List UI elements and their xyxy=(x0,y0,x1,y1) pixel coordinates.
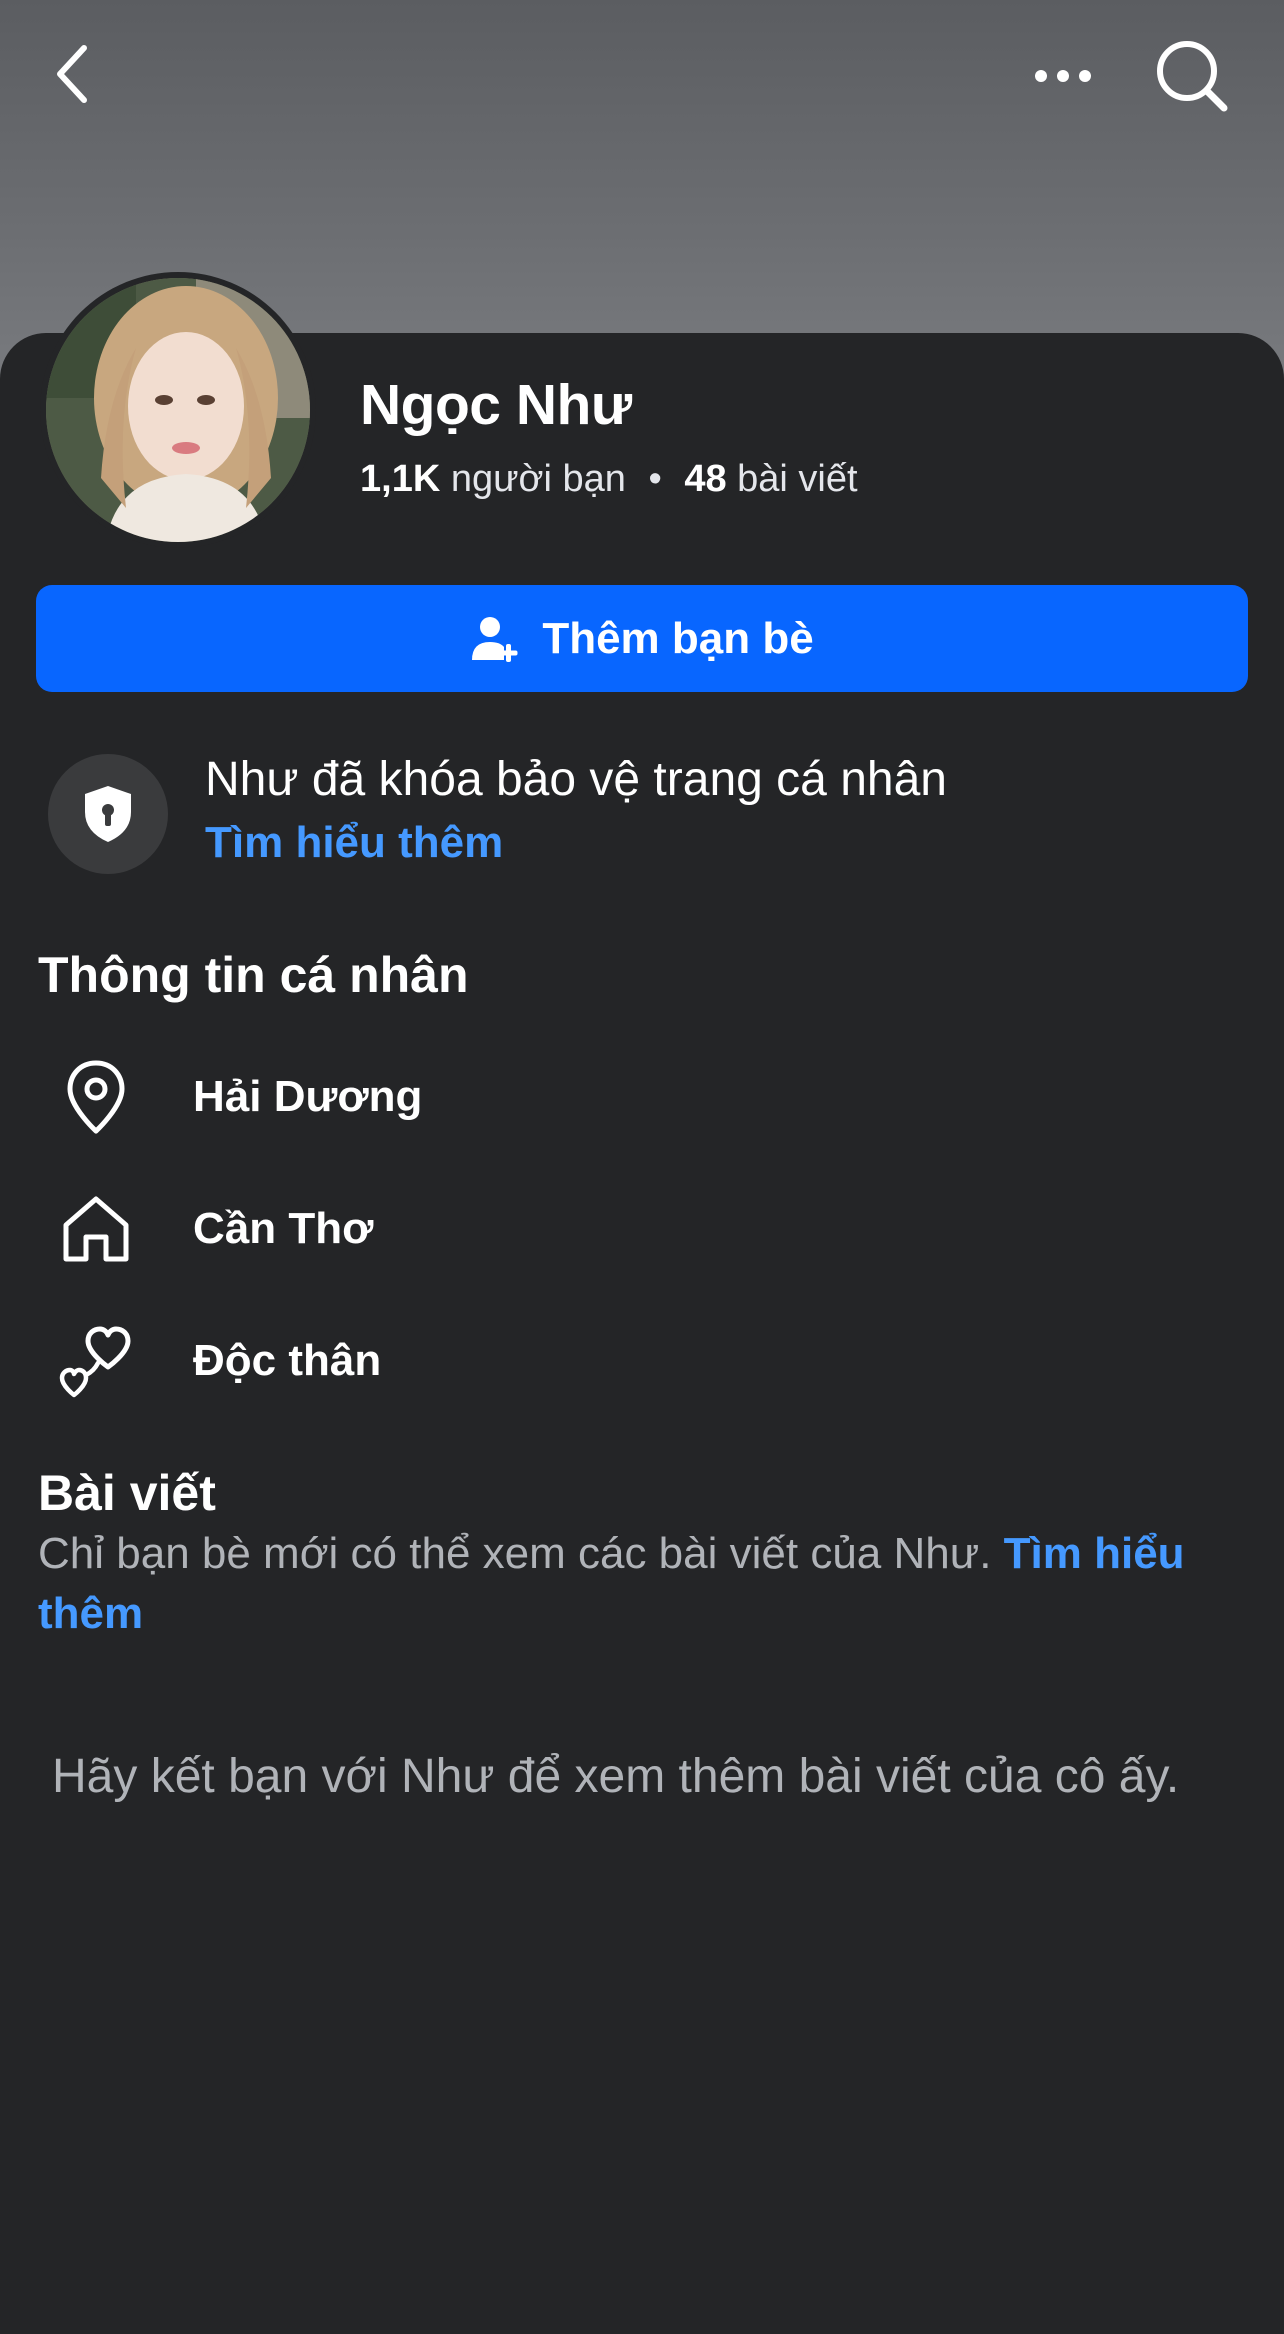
chevron-left-icon xyxy=(52,42,92,111)
more-horizontal-icon xyxy=(1033,68,1093,89)
posts-label: bài viết xyxy=(737,458,858,500)
info-item-label: Cần Thơ xyxy=(193,1204,374,1253)
search-button[interactable] xyxy=(1150,36,1234,120)
info-item-hometown: Hải Dương xyxy=(52,1052,1232,1142)
add-friend-label: Thêm bạn bè xyxy=(542,613,814,663)
info-item-label: Hải Dương xyxy=(193,1072,423,1121)
more-options-button[interactable] xyxy=(1030,48,1096,108)
profile-lock-notice: Như đã khóa bảo vệ trang cá nhân Tìm hiể… xyxy=(48,752,1248,882)
info-item-relationship: Độc thân xyxy=(52,1316,1232,1406)
friends-label: người bạn xyxy=(450,458,626,500)
lock-learn-more-link[interactable]: Tìm hiểu thêm xyxy=(205,818,503,868)
friends-count: 1,1K xyxy=(360,458,441,500)
add-person-icon xyxy=(470,614,520,664)
shield-lock-icon xyxy=(48,754,168,874)
search-icon xyxy=(1154,38,1230,119)
stats-separator: • xyxy=(648,458,662,500)
add-friend-button[interactable]: Thêm bạn bè xyxy=(36,585,1248,692)
profile-stats[interactable]: 1,1K người bạn • 48 bài viết xyxy=(360,458,858,501)
profile-name: Ngọc Như xyxy=(360,373,632,437)
back-button[interactable] xyxy=(40,36,104,116)
info-item-label: Độc thân xyxy=(193,1336,382,1385)
location-pin-icon xyxy=(52,1053,140,1141)
home-icon xyxy=(52,1185,140,1273)
personal-info-title: Thông tin cá nhân xyxy=(38,947,469,1003)
posts-privacy-notice: Chỉ bạn bè mới có thể xem các bài viết c… xyxy=(38,1524,1238,1644)
avatar-frame[interactable] xyxy=(40,272,316,548)
lock-notice-title: Như đã khóa bảo vệ trang cá nhân xyxy=(205,753,947,806)
avatar[interactable] xyxy=(46,278,310,542)
hearts-icon xyxy=(52,1317,140,1405)
info-item-current-city: Cần Thơ xyxy=(52,1184,1232,1274)
friend-prompt-text: Hãy kết bạn với Như để xem thêm bài viết… xyxy=(52,1750,1180,1803)
posts-section-title: Bài viết xyxy=(38,1465,216,1521)
posts-count: 48 xyxy=(684,458,727,500)
posts-privacy-text: Chỉ bạn bè mới có thể xem các bài viết c… xyxy=(38,1529,992,1578)
